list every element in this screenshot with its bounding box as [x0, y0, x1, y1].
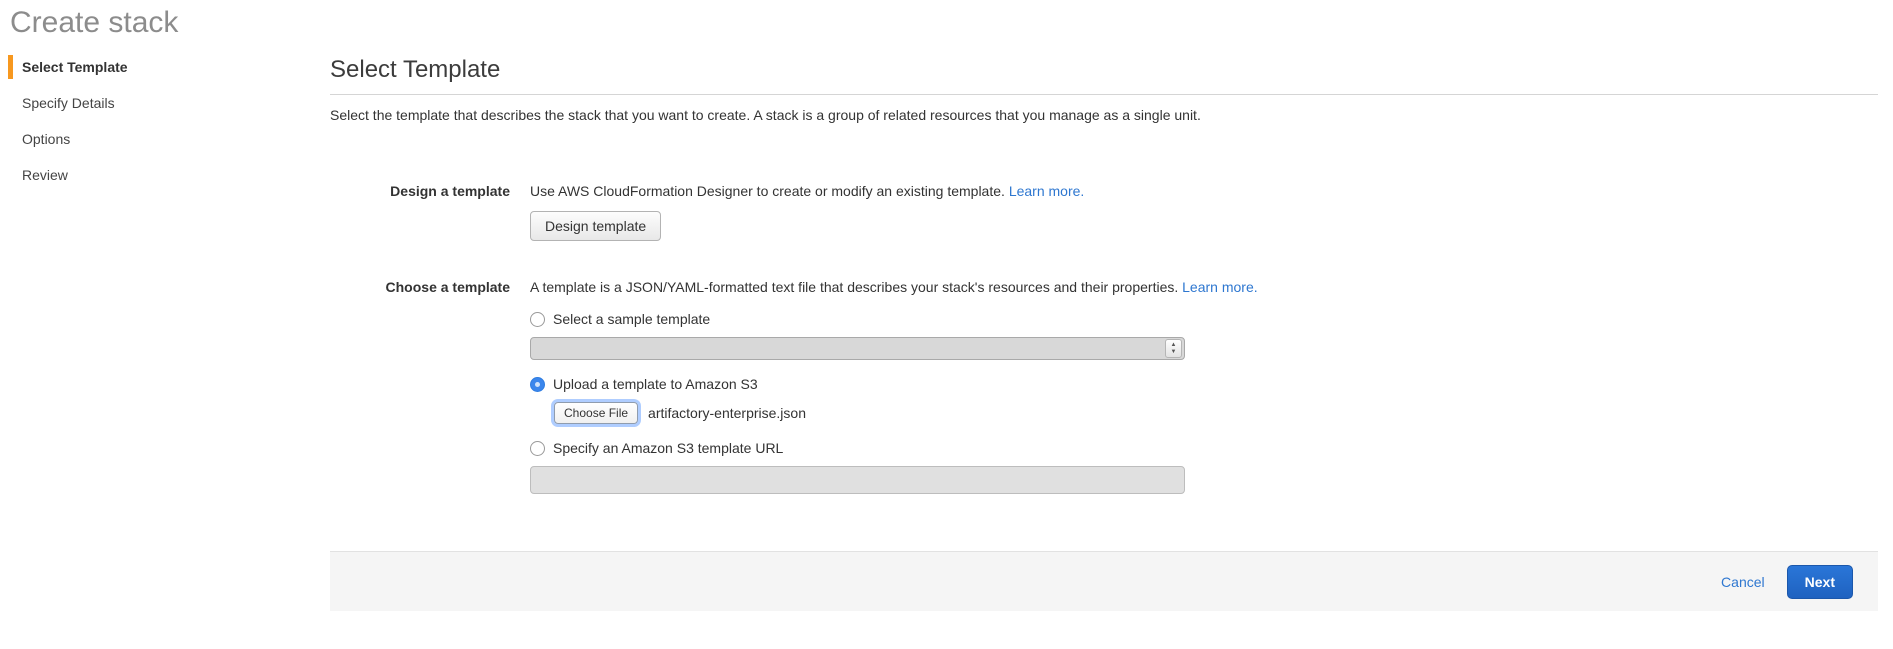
section-heading: Select Template [330, 56, 1878, 84]
section-description: Select the template that describes the s… [330, 107, 1878, 123]
sidebar-item-specify-details[interactable]: Specify Details [0, 90, 330, 116]
sidebar-item-label: Review [22, 167, 68, 183]
uploaded-file-name: artifactory-enterprise.json [648, 405, 806, 421]
radio-button-icon[interactable] [530, 441, 545, 456]
layout: Select Template Specify Details Options … [0, 52, 1878, 611]
design-template-button[interactable]: Design template [530, 211, 661, 241]
radio-option-label: Specify an Amazon S3 template URL [553, 440, 783, 456]
active-step-bar [8, 55, 13, 79]
choose-template-value: A template is a JSON/YAML-formatted text… [530, 277, 1878, 494]
choose-template-label: Choose a template [330, 277, 510, 295]
sidebar-item-label: Specify Details [22, 95, 115, 111]
design-template-text: Use AWS CloudFormation Designer to creat… [530, 181, 1878, 199]
main-content: Select Template Select the template that… [330, 52, 1878, 611]
radio-option-label: Upload a template to Amazon S3 [553, 376, 758, 392]
choose-template-row: Choose a template A template is a JSON/Y… [330, 277, 1878, 494]
sidebar-item-review[interactable]: Review [0, 162, 330, 188]
select-stepper-icon: ▲▼ [1165, 339, 1182, 358]
heading-divider [330, 94, 1878, 95]
design-template-label: Design a template [330, 181, 510, 199]
wizard-footer: Cancel Next [330, 551, 1878, 611]
cancel-button[interactable]: Cancel [1721, 574, 1765, 590]
chevron-up-icon: ▲ [1171, 342, 1177, 349]
choose-file-button[interactable]: Choose File [554, 402, 638, 424]
radio-option-upload-template[interactable]: Upload a template to Amazon S3 [530, 376, 1878, 392]
s3-template-url-input[interactable] [530, 466, 1185, 494]
page-title: Create stack [10, 6, 1878, 40]
choose-learn-more-link[interactable]: Learn more. [1182, 279, 1257, 295]
radio-button-icon[interactable] [530, 312, 545, 327]
sidebar-item-label: Options [22, 131, 70, 147]
sidebar-item-options[interactable]: Options [0, 126, 330, 152]
choose-template-text: A template is a JSON/YAML-formatted text… [530, 277, 1878, 295]
radio-option-s3-url[interactable]: Specify an Amazon S3 template URL [530, 440, 1878, 456]
create-stack-page: Create stack Select Template Specify Det… [0, 0, 1893, 611]
sidebar-item-label: Select Template [22, 59, 128, 75]
design-template-text-span: Use AWS CloudFormation Designer to creat… [530, 183, 1009, 199]
next-button[interactable]: Next [1787, 565, 1853, 599]
sidebar-item-select-template[interactable]: Select Template [0, 54, 330, 80]
wizard-steps-sidebar: Select Template Specify Details Options … [0, 52, 330, 198]
design-learn-more-link[interactable]: Learn more. [1009, 183, 1084, 199]
sample-template-select[interactable]: ▲▼ [530, 337, 1185, 360]
radio-button-icon[interactable] [530, 377, 545, 392]
design-template-row: Design a template Use AWS CloudFormation… [330, 181, 1878, 241]
design-template-value: Use AWS CloudFormation Designer to creat… [530, 181, 1878, 241]
choose-template-text-span: A template is a JSON/YAML-formatted text… [530, 279, 1182, 295]
radio-option-label: Select a sample template [553, 311, 710, 327]
file-upload-row: Choose File artifactory-enterprise.json [554, 402, 1878, 424]
chevron-down-icon: ▼ [1171, 349, 1177, 356]
radio-option-sample-template[interactable]: Select a sample template [530, 311, 1878, 327]
